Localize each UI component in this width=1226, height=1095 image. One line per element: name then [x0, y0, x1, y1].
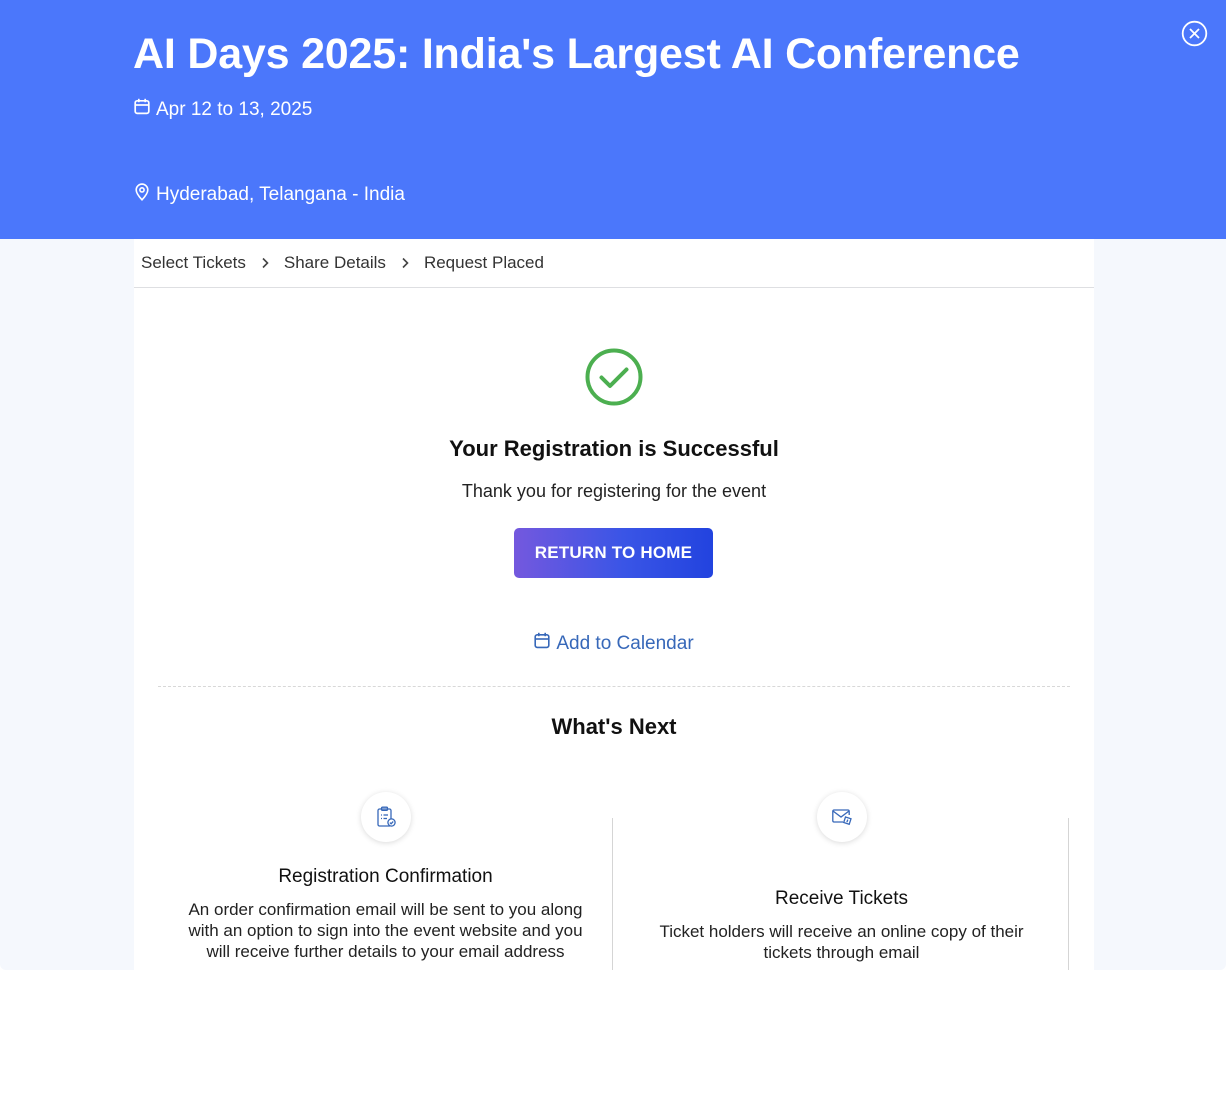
section-divider: [158, 686, 1070, 687]
event-date: Apr 12 to 13, 2025: [134, 98, 312, 121]
breadcrumb: Select Tickets Share Details Request Pla…: [134, 239, 1094, 288]
chevron-right-icon: [246, 257, 284, 269]
return-to-home-button[interactable]: RETURN TO HOME: [514, 528, 713, 578]
event-date-text: Apr 12 to 13, 2025: [156, 98, 313, 120]
step-registration-confirmation: Registration Confirmation An order confi…: [158, 792, 613, 970]
step-description: Ticket holders will receive an online co…: [659, 922, 1024, 962]
whats-next-title: What's Next: [551, 714, 677, 739]
step-description: An order confirmation email will be sent…: [188, 900, 583, 961]
registration-modal: AI Days 2025: India's Largest AI Confere…: [0, 0, 1226, 970]
check-circle-icon: [584, 347, 644, 412]
map-pin-icon: [134, 183, 150, 207]
success-title: Your Registration is Successful: [449, 436, 779, 461]
add-to-calendar-label: Add to Calendar: [556, 632, 694, 654]
step-title: Receive Tickets: [774, 888, 909, 909]
step-receive-tickets: Receive Tickets Ticket holders will rece…: [614, 792, 1069, 970]
step-title: Registration Confirmation: [278, 866, 493, 887]
event-header: AI Days 2025: India's Largest AI Confere…: [0, 0, 1226, 239]
breadcrumb-share-details[interactable]: Share Details: [284, 253, 386, 273]
confirmation-panel: Select Tickets Share Details Request Pla…: [134, 239, 1094, 970]
add-to-calendar-link[interactable]: Add to Calendar: [134, 632, 1094, 655]
calendar-icon: [534, 632, 550, 655]
breadcrumb-request-placed: Request Placed: [423, 253, 544, 272]
close-icon: [1181, 20, 1208, 47]
event-title: AI Days 2025: India's Largest AI Confere…: [133, 30, 1020, 78]
event-location-text: Hyderabad, Telangana - India: [156, 184, 405, 205]
close-button[interactable]: [1181, 20, 1208, 47]
calendar-icon: [134, 98, 150, 121]
clipboard-check-icon: [361, 792, 411, 842]
chevron-right-icon: [386, 257, 424, 269]
event-location: Hyderabad, Telangana - India: [134, 183, 405, 207]
breadcrumb-select-tickets[interactable]: Select Tickets: [141, 253, 246, 273]
ticket-mail-icon: [817, 792, 867, 842]
success-subtitle: Thank you for registering for the event: [461, 481, 767, 501]
